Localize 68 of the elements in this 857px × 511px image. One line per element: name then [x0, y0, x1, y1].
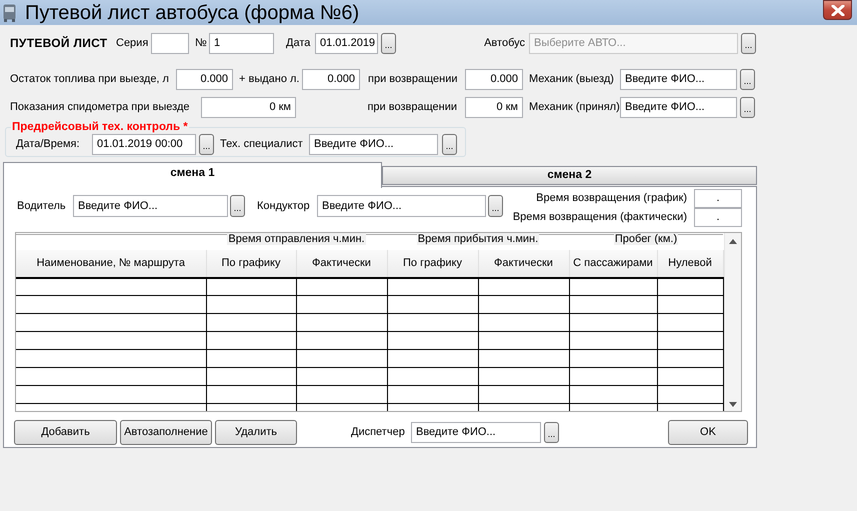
field-label: Механик (выезд) — [529, 73, 615, 86]
column-group-header: Время отправления ч.мин. — [227, 233, 366, 245]
input-field[interactable]: 0.000 — [302, 69, 360, 90]
input-field[interactable]: 01.01.2019 — [315, 33, 378, 54]
bus-icon — [3, 4, 16, 22]
field-label: Время возвращения (график) — [535, 192, 687, 205]
input-field[interactable]: Введите ФИО... — [620, 97, 737, 118]
input-field[interactable]: Введите ФИО... — [309, 134, 438, 155]
field-label: при возвращении — [368, 73, 459, 86]
column-header[interactable]: Фактически — [478, 250, 569, 278]
tab[interactable]: смена 2 — [382, 166, 757, 185]
browse-button[interactable]: ... — [199, 134, 214, 155]
field-label: Время возвращения (фактически) — [512, 211, 687, 224]
field-label: Дата — [286, 37, 312, 50]
input-field[interactable]: . — [694, 208, 742, 227]
input-field[interactable]: 0 км — [201, 97, 296, 118]
field-label: Механик (принял) — [529, 101, 618, 114]
input-field[interactable]: Введите ФИО... — [411, 422, 541, 443]
action-button[interactable]: Добавить — [14, 420, 117, 445]
column-group-header: Время прибытия ч.мин. — [416, 233, 540, 245]
column-header[interactable]: Фактически — [296, 250, 387, 278]
form-heading: ПУТЕВОЙ ЛИСТ — [10, 37, 108, 50]
input-field[interactable]: 01.01.2019 00:00 — [92, 134, 196, 155]
input-field[interactable]: 0.000 — [465, 69, 523, 90]
tab[interactable]: смена 1 — [3, 162, 382, 188]
field-label: при возвращении — [366, 101, 457, 114]
field-label: № — [195, 37, 207, 50]
browse-button[interactable]: ... — [381, 33, 396, 54]
field-label: Серия — [116, 37, 149, 50]
field-label: Показания спидометра при выезде — [10, 101, 190, 114]
input-field[interactable]: Введите ФИО... — [317, 195, 486, 217]
input-field[interactable] — [151, 33, 189, 54]
column-header[interactable]: Наименование, № маршрута — [16, 250, 206, 278]
scroll-down-icon — [728, 402, 737, 407]
input-field[interactable]: Введите ФИО... — [73, 195, 228, 217]
column-header[interactable]: С пассажирами — [569, 250, 657, 278]
action-button[interactable]: Автозаполнение — [120, 420, 212, 445]
column-header[interactable]: По графику — [206, 250, 296, 278]
input-field[interactable]: 1 — [209, 33, 274, 54]
column-group-header: Пробег (км.) — [614, 233, 678, 245]
group-title: Предрейсовый тех. контроль * — [11, 121, 189, 133]
browse-button[interactable]: ... — [544, 422, 559, 443]
ok-button[interactable]: OK — [668, 420, 748, 445]
field-label: + выдано л. — [239, 73, 299, 86]
scrollbar[interactable] — [724, 233, 741, 411]
close-icon — [830, 4, 844, 16]
scroll-up-icon — [728, 239, 737, 244]
field-label: Автобус — [483, 37, 525, 50]
browse-button[interactable]: ... — [740, 69, 755, 90]
browse-button[interactable]: ... — [230, 195, 245, 217]
browse-button[interactable]: ... — [740, 97, 755, 118]
close-button[interactable] — [823, 0, 852, 20]
column-header[interactable]: По графику — [387, 250, 478, 278]
field-label: Диспетчер — [351, 426, 406, 439]
input-field[interactable]: . — [694, 189, 742, 208]
input-field[interactable]: 0.000 — [176, 69, 233, 90]
field-label: Водитель — [17, 200, 67, 212]
input-field[interactable]: 0 км — [465, 97, 523, 118]
field-label: Остаток топлива при выезде, л — [10, 73, 170, 86]
input-field[interactable]: Введите ФИО... — [620, 69, 737, 90]
window-title: Путевой лист автобуса (форма №6) — [25, 2, 360, 22]
browse-button[interactable]: ... — [488, 195, 503, 217]
field-label: Дата/Время: — [16, 138, 81, 151]
action-button[interactable]: Удалить — [215, 420, 297, 445]
column-header[interactable]: Нулевой — [657, 250, 724, 278]
browse-button[interactable]: ... — [442, 134, 457, 155]
field-label: Кондуктор — [257, 200, 311, 212]
field-label: Тех. специалист — [220, 138, 304, 151]
